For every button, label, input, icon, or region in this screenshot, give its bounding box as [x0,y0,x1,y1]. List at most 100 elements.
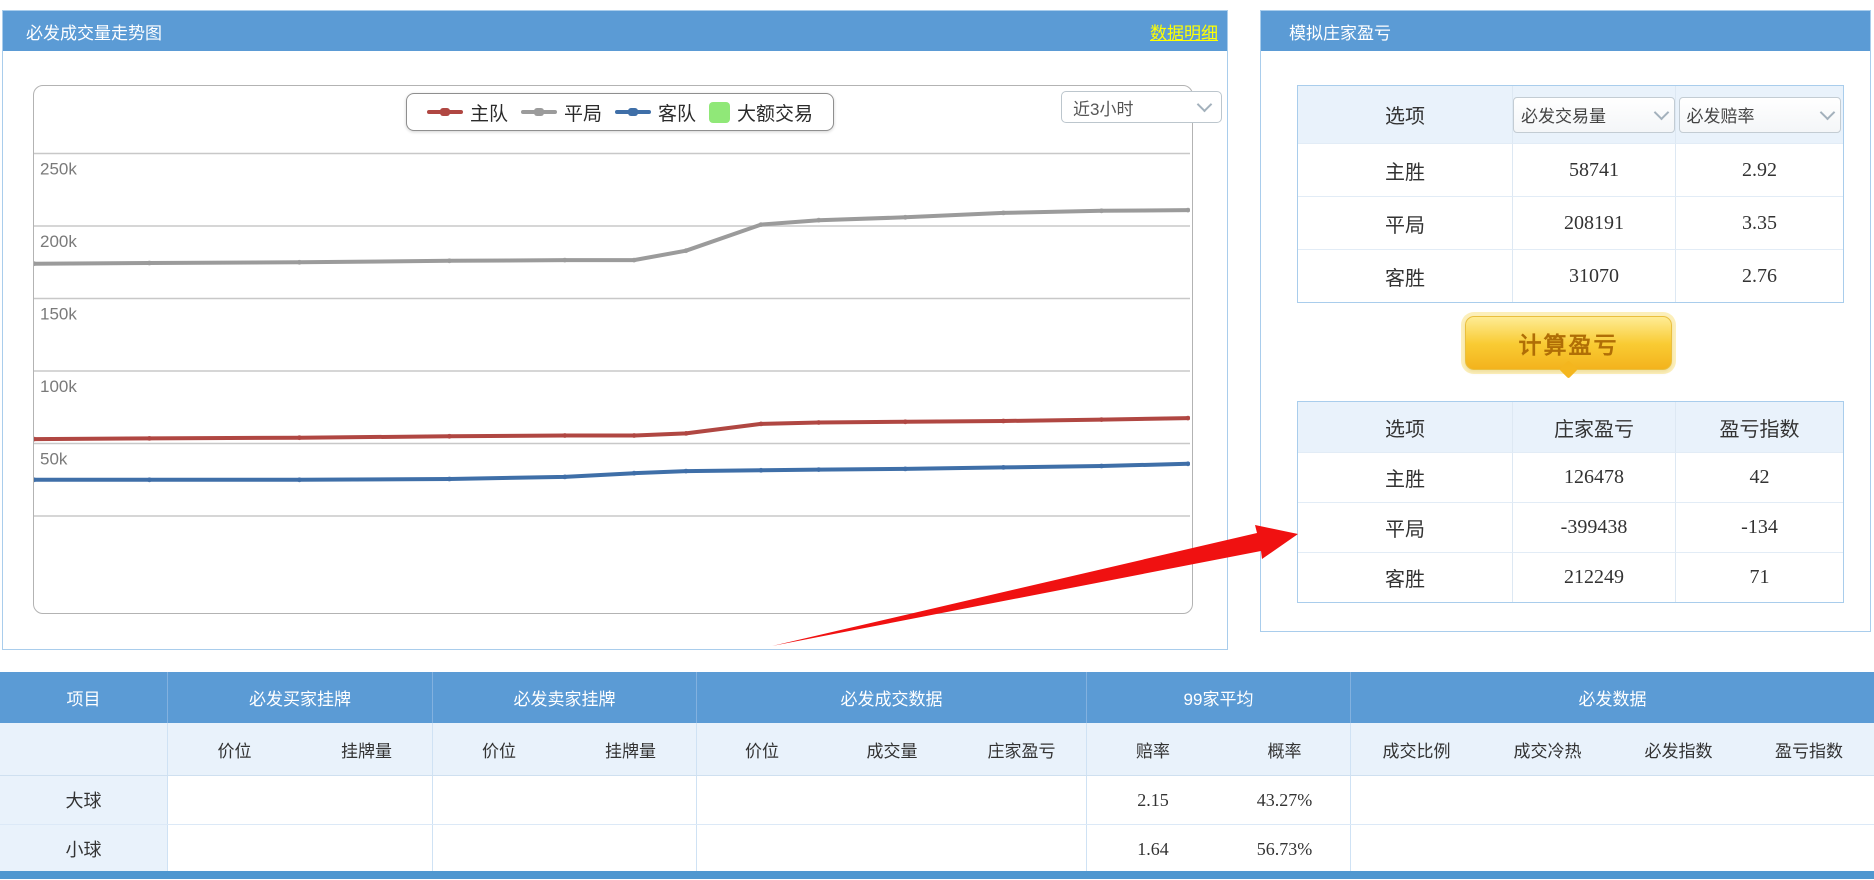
table-cell [565,825,697,873]
subheader-cell: 庄家盈亏 [957,723,1087,775]
svg-text:150k: 150k [40,305,77,324]
table-cell [1351,776,1482,824]
odds-odds-value: 3.35 [1675,196,1843,249]
subheader-cell: 价位 [217,741,252,761]
time-range-value: 近3小时 [1073,99,1134,119]
calculate-pnl-label: 计算盈亏 [1518,332,1619,358]
pnl-panel-title: 模拟庄家盈亏 [1289,23,1391,43]
odds-volume-value: 208191 [1512,196,1675,249]
volume-metric-select[interactable]: 必发交易量 [1513,96,1675,133]
legend-item-draw: 平局 [520,99,602,126]
legend-label-draw: 平局 [563,103,602,125]
table-cell [1482,825,1613,873]
pnl-index-value: 71 [1675,552,1843,602]
svg-text:200k: 200k [40,232,77,251]
table-cell [301,776,433,824]
subheader-cell: 成交冷热 [1513,741,1582,761]
chart-panel-title: 必发成交量走势图 [26,23,162,43]
odds-odds-value: 2.92 [1675,143,1843,196]
table-group-header-row: 项目 必发买家挂牌 必发卖家挂牌 必发成交数据 99家平均 必发数据 [0,672,1874,723]
pnl-table: 选项 庄家盈亏 盈亏指数 主胜 126478 42 平局 -399438 -13… [1297,401,1844,603]
table-cell [957,825,1087,873]
pnl-value: 212249 [1512,552,1675,602]
group-header: 必发买家挂牌 [168,672,433,723]
table-cell [697,825,827,873]
subheader-cell: 赔率 [1136,741,1170,761]
chart-box: 250k 200k 150k 100k 50k 主队 平局 客队 大额交易 近3… [33,85,1222,614]
odds-col-header: 选项 [1298,86,1512,143]
legend-item-away: 客队 [615,99,696,126]
svg-text:250k: 250k [40,160,77,179]
pnl-index-value: -134 [1675,502,1843,552]
away-line-marker-icon [615,108,651,116]
subheader-cell: 挂牌量 [565,723,697,775]
table-cell [957,776,1087,824]
table-cell [1613,825,1744,873]
subheader-cell: 价位 [482,741,516,761]
table-cell [565,776,697,824]
subheader-cell: 成交比例 [1382,741,1451,761]
table-cell [827,776,957,824]
table-cell [697,776,827,824]
table-cell [433,776,565,824]
table-row-over: 大球 2.15 43.27% [0,776,1874,825]
subheader-cell: 必发指数 [1644,741,1713,761]
odds-odds-value: 2.76 [1675,249,1843,302]
table-cell [1482,776,1613,824]
group-header: 项目 [0,672,168,723]
odds-dropdown-cell: 必发赔率 [1675,86,1843,143]
legend-bigtrade-swatch [709,101,731,123]
odds-metric-select[interactable]: 必发赔率 [1678,96,1841,133]
table-footer-bar [0,871,1874,879]
odds-volume-value: 31070 [1512,249,1675,302]
pnl-col-header: 庄家盈亏 [1512,402,1675,452]
group-header: 必发数据 [1578,690,1647,709]
avg-odds-cell: 2.15 [1137,789,1169,810]
pnl-row-label: 主胜 [1298,452,1512,502]
table-subheader-row: 价位 挂牌量 价位 挂牌量 价位 成交量 庄家盈亏 赔率 概率 成交比例 成交冷… [0,723,1874,776]
row-label: 小球 [0,825,168,873]
pnl-index-value: 42 [1675,452,1843,502]
subheader-cell: 盈亏指数 [1775,741,1843,761]
page: 必发成交量走势图 数据明细 250k 200k 150k 100k 50k 主队 平局 … [0,0,1874,880]
home-line-marker-icon [426,108,463,116]
subheader-cell: 概率 [1219,723,1351,775]
odds-row-label: 平局 [1298,196,1512,249]
odds-table: 选项 必发交易量 必发赔率 主胜 58741 2.92 平局 208191 3.… [1297,85,1844,303]
chart-panel-header: 必发成交量走势图 数据明细 [3,11,1227,51]
series-line-1 [34,208,1190,266]
table-cell [433,825,565,873]
chevron-down-icon [1196,96,1213,113]
table-cell [1744,825,1874,873]
table-cell [1351,825,1482,873]
legend-label-bigtrade: 大额交易 [737,103,814,125]
group-header: 必发卖家挂牌 [433,672,697,723]
series-line-2 [34,461,1190,482]
series-line-0 [34,416,1190,442]
pnl-panel-header: 模拟庄家盈亏 [1261,11,1870,51]
calculate-pnl-button[interactable]: 计算盈亏 [1465,316,1672,379]
avg-prob-cell: 43.27% [1219,776,1351,824]
pnl-value: -399438 [1512,502,1675,552]
subheader-cell: 价位 [745,741,779,761]
group-header: 99家平均 [1087,672,1351,723]
pnl-col-header: 选项 [1298,402,1512,452]
avg-prob-cell: 56.73% [1219,825,1351,873]
odds-row-label: 主胜 [1298,143,1512,196]
button-tail-decoration [1559,360,1578,379]
legend-label-away: 客队 [658,103,697,125]
subheader-cell: 成交量 [866,741,918,761]
time-range-select[interactable]: 近3小时 [1061,91,1222,123]
subheader-cell: 挂牌量 [301,723,433,775]
table-row-under: 小球 1.64 56.73% [0,825,1874,874]
odds-dropdown-cell: 必发交易量 [1512,86,1675,143]
odds-metric-value: 必发赔率 [1686,107,1755,126]
avg-odds-cell: 1.64 [1137,838,1169,859]
subheader-cell [0,723,168,775]
volume-metric-value: 必发交易量 [1521,107,1606,126]
chevron-down-icon [1819,104,1835,120]
pnl-row-label: 客胜 [1298,552,1512,602]
chart-legend: 主队 平局 客队 大额交易 [406,93,834,131]
data-detail-link[interactable]: 数据明细 [1150,19,1227,44]
table-cell [168,825,301,873]
